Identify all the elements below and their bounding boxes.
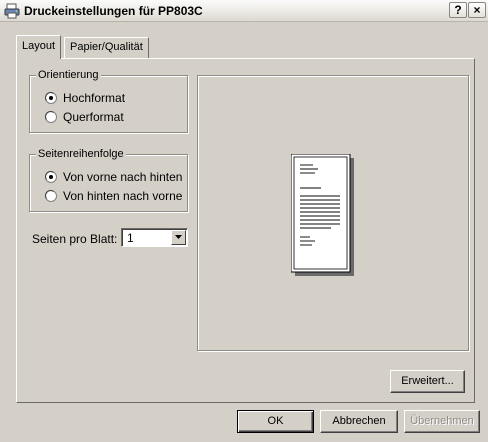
dropdown-button[interactable] (171, 230, 186, 245)
page-order-group: Seitenreihenfolge Von vorne nach hinten … (29, 148, 188, 212)
tab-layout[interactable]: Layout (16, 35, 62, 59)
radio-back-to-front[interactable]: Von hinten nach vorne (45, 189, 182, 203)
pages-per-sheet-select[interactable]: 1 (121, 228, 188, 247)
radio-unchecked-icon (45, 190, 57, 202)
radio-front-to-back[interactable]: Von vorne nach hinten (45, 170, 182, 184)
radio-back-to-front-label: Von hinten nach vorne (63, 189, 183, 203)
radio-unchecked-icon (45, 111, 57, 123)
radio-checked-icon (45, 92, 57, 104)
orientation-legend: Orientierung (36, 69, 101, 81)
cancel-button[interactable]: Abbrechen (320, 410, 398, 433)
close-button[interactable]: × (468, 2, 486, 18)
orientation-group: Orientierung Hochformat Querformat (29, 69, 188, 133)
page-order-legend: Seitenreihenfolge (36, 148, 126, 160)
apply-button[interactable]: Übernehmen (404, 410, 480, 433)
advanced-button[interactable]: Erweitert... (390, 370, 465, 393)
help-button[interactable]: ? (449, 2, 467, 18)
tab-paper-quality[interactable]: Papier/Qualität (64, 37, 149, 58)
pages-per-sheet-label: Seiten pro Blatt: (32, 232, 118, 246)
pages-per-sheet-value: 1 (127, 231, 134, 245)
ok-button[interactable]: OK (237, 410, 314, 433)
chevron-down-icon (175, 235, 182, 239)
title-bar: Druckeinstellungen für PP803C ? × (0, 0, 488, 22)
window-title: Druckeinstellungen für PP803C (24, 4, 203, 18)
page-preview-icon (291, 154, 354, 276)
radio-landscape[interactable]: Querformat (45, 110, 124, 124)
radio-portrait-label: Hochformat (63, 91, 126, 105)
radio-portrait[interactable]: Hochformat (45, 91, 125, 105)
printer-icon (4, 3, 20, 19)
radio-landscape-label: Querformat (63, 110, 124, 124)
radio-front-to-back-label: Von vorne nach hinten (63, 170, 183, 184)
radio-checked-icon (45, 171, 57, 183)
